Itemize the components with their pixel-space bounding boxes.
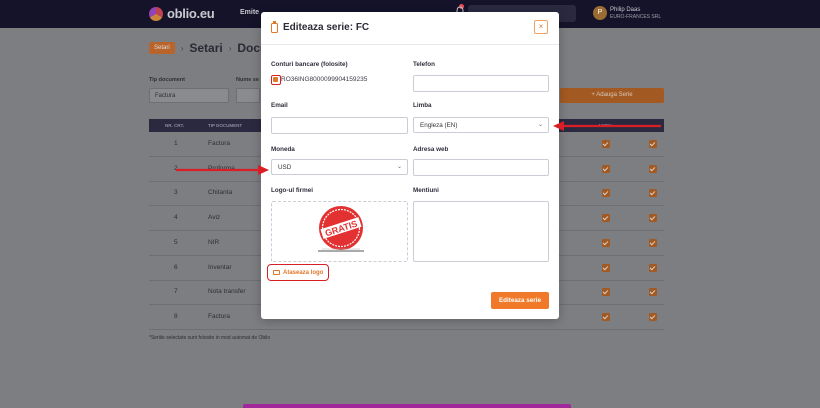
user-name[interactable]: Philip Daas xyxy=(610,6,640,14)
row-default-checkbox[interactable] xyxy=(649,140,657,148)
currency-select[interactable]: USD ⌄ xyxy=(271,159,408,175)
brand-logo-icon xyxy=(149,6,163,21)
modal-header: Editeaza serie: FC × xyxy=(261,12,559,45)
account-checkbox[interactable] xyxy=(271,75,281,85)
filter-name-input[interactable] xyxy=(236,88,260,103)
annotation-arrow-language xyxy=(553,121,661,131)
chevron-down-icon: ⌄ xyxy=(396,164,402,170)
row-document-type: Inventar xyxy=(208,263,232,271)
logo-image: GRATIS xyxy=(318,206,364,252)
row-document-type: Factura xyxy=(208,140,231,147)
checkbox-checked-icon xyxy=(273,77,278,82)
web-field[interactable] xyxy=(413,159,549,176)
row-document-type: Nota transfer xyxy=(208,288,246,296)
bottom-banner[interactable] xyxy=(243,404,571,408)
annotation-arrow-currency xyxy=(176,165,269,175)
row-document-type: Chitanta xyxy=(208,189,233,197)
account-iban[interactable]: RO36ING8000099904159235 xyxy=(281,76,367,83)
chevron-right-icon: › xyxy=(228,43,232,53)
close-button[interactable]: × xyxy=(534,20,548,34)
currency-value: USD xyxy=(278,164,292,171)
chevron-down-icon: ⌄ xyxy=(537,122,543,128)
row-number: 5 xyxy=(174,238,178,246)
row-default-checkbox[interactable] xyxy=(649,312,657,321)
row-number: 7 xyxy=(174,288,178,296)
modal-title: Editeaza serie: FC xyxy=(283,22,370,33)
accounts-label: Conturi bancare (folosite) xyxy=(271,61,348,68)
column-header-nr: NR. CRT. xyxy=(165,123,184,128)
add-serie-button[interactable]: + Adauga Serie xyxy=(560,88,664,103)
brand-logo[interactable]: oblio.eu xyxy=(149,6,215,21)
row-document-type: NIR xyxy=(208,238,220,246)
row-default-checkbox[interactable] xyxy=(649,189,657,198)
row-active-checkbox[interactable] xyxy=(602,312,610,321)
clipboard-icon xyxy=(271,21,278,33)
row-default-checkbox[interactable] xyxy=(649,238,657,247)
user-company: EURO-FRANCES SRL xyxy=(610,14,662,20)
breadcrumb-section[interactable]: Setari xyxy=(189,41,222,55)
row-default-checkbox[interactable] xyxy=(649,263,657,272)
avatar[interactable]: P xyxy=(593,6,607,20)
phone-label: Telefon xyxy=(413,61,435,68)
edit-serie-submit-button[interactable]: Editeaza serie xyxy=(491,292,549,309)
brand-name: oblio.eu xyxy=(167,6,215,21)
language-select[interactable]: Engleza (EN) ⌄ xyxy=(413,117,549,133)
row-number: 8 xyxy=(174,312,178,320)
row-number: 3 xyxy=(174,189,178,197)
row-active-checkbox[interactable] xyxy=(602,189,610,198)
attach-logo-button[interactable]: Ataseaza logo xyxy=(267,264,329,281)
row-active-checkbox[interactable] xyxy=(602,214,610,223)
row-number: 1 xyxy=(174,140,178,147)
row-default-checkbox[interactable] xyxy=(649,164,657,173)
mentions-textarea[interactable] xyxy=(413,201,549,262)
breadcrumb: Setari › Setari › Docum xyxy=(149,41,278,55)
row-number: 4 xyxy=(174,214,178,222)
email-field[interactable] xyxy=(271,117,408,134)
email-label: Email xyxy=(271,102,288,109)
language-label: Limba xyxy=(413,102,432,109)
breadcrumb-badge[interactable]: Setari xyxy=(149,42,175,54)
image-icon xyxy=(273,270,280,275)
phone-field[interactable] xyxy=(413,75,549,92)
web-label: Adresa web xyxy=(413,146,449,153)
edit-serie-modal: Editeaza serie: FC × Conturi bancare (fo… xyxy=(261,12,559,319)
attach-logo-label: Ataseaza logo xyxy=(283,269,324,276)
row-active-checkbox[interactable] xyxy=(602,263,610,272)
logo-label: Logo-ul firmei xyxy=(271,187,313,194)
nav-item-emite[interactable]: Emite xyxy=(240,9,259,16)
row-active-checkbox[interactable] xyxy=(602,140,610,148)
language-value: Engleza (EN) xyxy=(420,122,458,129)
row-document-type: Factura xyxy=(208,312,231,320)
row-active-checkbox[interactable] xyxy=(602,164,610,173)
filter-tip-select[interactable]: Factura xyxy=(149,88,229,103)
currency-label: Moneda xyxy=(271,146,295,153)
filter-tip-label: Tip document xyxy=(149,77,185,83)
filter-name-label: Nume se xyxy=(236,77,259,83)
row-number: 6 xyxy=(174,263,178,271)
row-default-checkbox[interactable] xyxy=(649,288,657,297)
row-default-checkbox[interactable] xyxy=(649,214,657,223)
mentions-label: Mentiuni xyxy=(413,187,439,194)
row-active-checkbox[interactable] xyxy=(602,238,610,247)
column-header-tip: TIP DOCUMENT xyxy=(208,123,243,128)
row-active-checkbox[interactable] xyxy=(602,288,610,297)
footnote: *Seriile selectate sunt folosite in mod … xyxy=(149,335,271,341)
chevron-right-icon: › xyxy=(180,43,184,53)
row-document-type: Aviz xyxy=(208,214,221,222)
